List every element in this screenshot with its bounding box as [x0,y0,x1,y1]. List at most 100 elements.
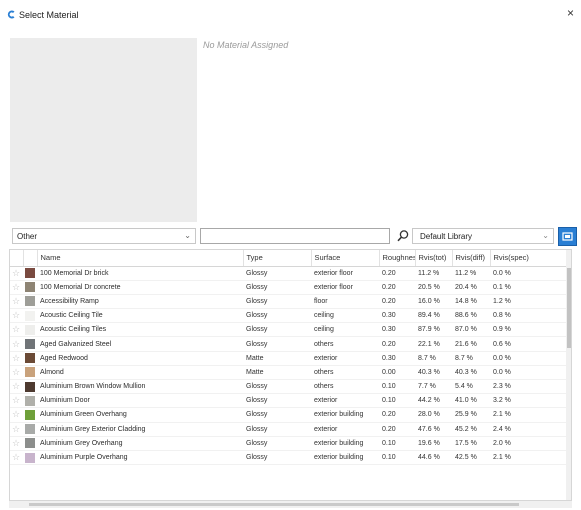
table-row[interactable]: ☆ Acoustic Ceiling Tile Glossy ceiling 0.30 8… [10,308,566,324]
favorite-star-icon[interactable]: ☆ [10,422,23,437]
material-type: Glossy [243,266,311,281]
material-preview [10,38,197,222]
table-row[interactable]: ☆ Almond Matte others 0.00 40.3 % 40.3 % 0.0 % [10,365,566,381]
material-rvis-spec: 2.3 % [490,379,566,395]
column-header-type[interactable]: Type [243,250,312,267]
favorite-star-icon[interactable]: ☆ [10,393,23,409]
material-roughness: 0.30 [379,308,415,324]
table-row[interactable]: ☆ 100 Memorial Dr concrete Glossy exterior … [10,280,566,295]
table-row[interactable]: ☆ 100 Memorial Dr brick Glossy exterior flo… [10,266,566,281]
table-row[interactable]: ☆ Acoustic Ceiling Tiles Glossy ceiling 0.30… [10,322,566,338]
favorite-star-icon[interactable]: ☆ [10,450,23,466]
favorite-star-icon[interactable]: ☆ [10,336,23,352]
material-type: Glossy [243,322,311,338]
material-surface: ceiling [311,322,379,338]
material-rvis-tot: 44.6 % [415,450,452,466]
materials-table: Name Type Surface Roughness Rvis(tot) Rv… [9,249,572,501]
table-row[interactable]: ☆ Aluminium Purple Overhang Glossy exterior… [10,450,566,466]
material-name: Aluminium Purple Overhang [37,450,243,466]
column-header-rvis-tot[interactable]: Rvis(tot) [415,250,453,267]
material-rvis-spec: 0.0 % [490,365,566,381]
table-row[interactable]: ☆ Aluminium Door Glossy exterior 0.10 44.2 % 4… [10,393,566,409]
favorite-star-icon[interactable]: ☆ [10,266,23,281]
material-type: Glossy [243,280,311,295]
color-swatch [25,424,35,435]
favorite-star-icon[interactable]: ☆ [10,407,23,423]
chevron-down-icon: ⌄ [184,231,191,240]
column-header-rvis-diff[interactable]: Rvis(diff) [452,250,491,267]
material-name: Accessibility Ramp [37,294,243,310]
material-rvis-tot: 20.5 % [415,280,452,295]
table-row[interactable]: ☆ Aluminium Grey Overhang Glossy exterior b… [10,436,566,451]
material-rvis-tot: 19.6 % [415,436,452,451]
material-surface: exterior building [311,436,379,451]
close-button[interactable]: × [567,7,574,19]
category-value: Other [17,232,38,241]
material-type: Matte [243,365,311,381]
favorite-star-icon[interactable]: ☆ [10,294,23,310]
material-rvis-spec: 3.2 % [490,393,566,409]
material-rvis-diff: 41.0 % [452,393,490,409]
material-rvis-spec: 0.0 % [490,266,566,281]
material-swatch [23,280,37,295]
library-dropdown[interactable]: Default Library ⌄ [412,228,554,244]
horizontal-scrollbar[interactable] [9,501,572,508]
material-roughness: 0.10 [379,379,415,395]
material-rvis-diff: 8.7 % [452,351,490,366]
search-input[interactable] [200,228,390,244]
favorite-star-icon[interactable]: ☆ [10,379,23,395]
material-swatch [23,407,37,423]
material-type: Glossy [243,422,311,437]
material-surface: others [311,365,379,381]
material-rvis-tot: 44.2 % [415,393,452,409]
favorite-star-icon[interactable]: ☆ [10,308,23,324]
scrollbar-thumb[interactable] [567,268,571,348]
material-surface: exterior building [311,450,379,466]
material-surface: exterior floor [311,280,379,295]
column-header-name[interactable]: Name [37,250,244,267]
material-type: Glossy [243,407,311,423]
material-surface: exterior building [311,407,379,423]
table-row[interactable]: ☆ Accessibility Ramp Glossy floor 0.20 16.0 %… [10,294,566,310]
favorite-star-icon[interactable]: ☆ [10,280,23,295]
material-surface: others [311,336,379,352]
column-header-roughness[interactable]: Roughness [379,250,416,267]
material-rvis-spec: 0.6 % [490,336,566,352]
material-rvis-diff: 42.5 % [452,450,490,466]
favorite-column-header [10,250,24,267]
favorite-star-icon[interactable]: ☆ [10,322,23,338]
material-name: Aluminium Grey Exterior Cladding [37,422,243,437]
material-rvis-diff: 88.6 % [452,308,490,324]
material-type: Glossy [243,294,311,310]
filter-bar: Other ⌄ Default Library ⌄ [0,227,581,246]
category-dropdown[interactable]: Other ⌄ [12,228,196,244]
table-row[interactable]: ☆ Aged Galvanized Steel Glossy others 0.20 22… [10,336,566,352]
material-rvis-diff: 40.3 % [452,365,490,381]
material-name: Aged Redwood [37,351,243,366]
material-surface: exterior [311,422,379,437]
material-roughness: 0.20 [379,266,415,281]
column-header-surface[interactable]: Surface [311,250,380,267]
vertical-scrollbar[interactable] [566,250,571,500]
material-rvis-tot: 16.0 % [415,294,452,310]
favorite-star-icon[interactable]: ☆ [10,436,23,451]
color-swatch [25,353,35,364]
column-header-rvis-spec[interactable]: Rvis(spec) [490,250,567,267]
no-material-text: No Material Assigned [203,40,289,50]
color-swatch [25,282,35,293]
color-swatch [25,381,35,392]
favorite-star-icon[interactable]: ☆ [10,351,23,366]
table-row[interactable]: ☆ Aluminium Brown Window Mullion Glossy oth… [10,379,566,395]
library-browser-button[interactable] [558,227,577,246]
table-row[interactable]: ☆ Aged Redwood Matte exterior 0.30 8.7 % 8.7 %… [10,351,566,366]
search-icon[interactable] [396,229,410,243]
scrollbar-thumb[interactable] [29,503,519,506]
material-rvis-diff: 21.6 % [452,336,490,352]
material-rvis-tot: 89.4 % [415,308,452,324]
favorite-star-icon[interactable]: ☆ [10,365,23,381]
material-type: Glossy [243,393,311,409]
table-header: Name Type Surface Roughness Rvis(tot) Rv… [10,250,567,267]
table-row[interactable]: ☆ Aluminium Grey Exterior Cladding Glossy e… [10,422,566,437]
table-row[interactable]: ☆ Aluminium Green Overhang Glossy exterior … [10,407,566,423]
material-rvis-tot: 7.7 % [415,379,452,395]
